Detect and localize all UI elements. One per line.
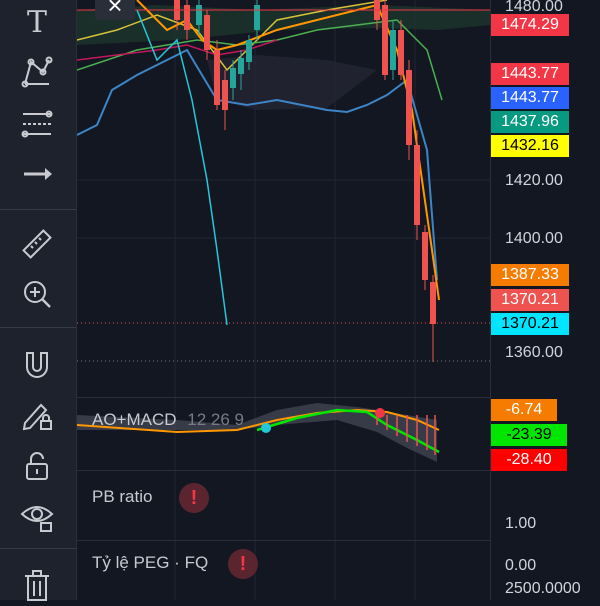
- magnet-icon: [26, 352, 48, 378]
- zoom-icon: [24, 281, 51, 308]
- fib-tool-button[interactable]: [12, 102, 62, 146]
- close-button[interactable]: ×: [95, 0, 135, 20]
- macd-legend[interactable]: AO+MACD 12 26 9: [92, 410, 244, 430]
- toolbar-divider: [0, 209, 76, 210]
- zoom-tool-button[interactable]: [12, 272, 62, 316]
- price-tick: 1420.00: [505, 172, 563, 189]
- price-tag: 1370.21: [491, 289, 569, 311]
- chart-area[interactable]: [76, 0, 490, 600]
- arrow-icon: [24, 168, 52, 180]
- toolbar-divider: [0, 548, 76, 549]
- peg-ratio-label[interactable]: Tỷ lệ PEG · FQ: [92, 553, 208, 573]
- trash-icon: [25, 570, 49, 601]
- price-tag: 1370.21: [491, 313, 569, 335]
- pb-warning-icon[interactable]: !: [179, 483, 209, 513]
- eps-axis-value: 2500.0000: [505, 580, 581, 597]
- fib-icon: [21, 110, 53, 138]
- hide-drawings-button[interactable]: [12, 494, 62, 538]
- ruler-tool-button[interactable]: [12, 222, 62, 266]
- price-tag: 1474.29: [491, 14, 569, 36]
- pattern-tool-button[interactable]: [12, 50, 62, 94]
- magnet-tool-button[interactable]: [12, 343, 62, 387]
- macd-label: AO+MACD: [92, 410, 177, 429]
- text-icon: T: [26, 4, 47, 40]
- price-chart[interactable]: [76, 0, 490, 600]
- pattern-icon: [21, 56, 53, 88]
- delete-drawings-button[interactable]: [12, 562, 62, 606]
- toolbar-divider: [0, 327, 76, 328]
- unlock-icon: [26, 452, 48, 480]
- unlock-button[interactable]: [12, 444, 62, 488]
- price-tag: 1443.77: [491, 87, 569, 109]
- macd-cross-dot: [375, 408, 385, 418]
- lock-drawings-button[interactable]: [12, 393, 62, 437]
- macd-tag: -6.74: [491, 399, 557, 421]
- price-tag: 1443.77: [491, 63, 569, 85]
- pb-axis-value: 1.00: [505, 515, 537, 532]
- macd-params: 12 26 9: [187, 410, 245, 429]
- macd-cross-dot: [261, 423, 271, 433]
- price-tag: 1432.16: [491, 135, 569, 157]
- lock-pencil-icon: [22, 403, 52, 431]
- peg-warning-icon[interactable]: !: [228, 549, 258, 579]
- ma-cyan-line: [136, 9, 228, 326]
- eye-icon: [20, 506, 54, 532]
- text-tool-button[interactable]: T: [12, 0, 62, 44]
- price-tag: 1437.96: [491, 111, 569, 133]
- ruler-icon: [22, 229, 52, 259]
- arrow-tool-button[interactable]: [12, 152, 62, 196]
- price-tick: 1400.00: [505, 230, 563, 247]
- drawing-toolbar: T: [0, 0, 77, 601]
- macd-tag: -28.40: [491, 449, 567, 471]
- macd-tag: -23.39: [491, 424, 567, 446]
- price-tick: 1360.00: [505, 344, 563, 361]
- peg-axis-value: 0.00: [505, 557, 537, 574]
- pb-ratio-label[interactable]: PB ratio: [92, 487, 152, 507]
- price-axis[interactable]: 1480.00 1420.00 1400.00 1360.00 1474.29 …: [490, 0, 600, 600]
- price-tag: 1387.33: [491, 264, 569, 286]
